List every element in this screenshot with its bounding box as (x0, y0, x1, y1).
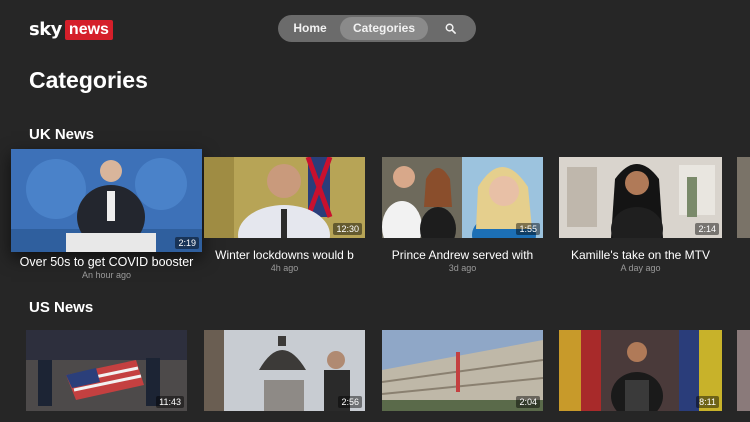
logo-news-text: news (64, 19, 113, 40)
video-thumbnail (737, 157, 750, 238)
video-title: Over 50s to get COVID booster (19, 255, 194, 269)
video-card-us-3[interactable]: 2:04 (382, 330, 543, 411)
video-duration: 1:55 (516, 223, 540, 235)
video-thumbnail (11, 149, 202, 252)
video-duration: 8:11 (696, 396, 719, 408)
nav-categories[interactable]: Categories (340, 17, 428, 40)
video-duration: 12:30 (333, 223, 362, 235)
video-time: An hour ago (81, 270, 132, 280)
section-title-uk-news: UK News (29, 126, 95, 143)
logo-sky-text: sky (29, 19, 62, 40)
video-card-partial[interactable] (737, 330, 750, 411)
video-duration: 11:43 (156, 396, 184, 408)
video-card-lockdowns[interactable]: 12:30 (204, 157, 365, 238)
video-card-booster[interactable]: 2:19 (11, 149, 202, 252)
top-navigation: Home Categories (278, 15, 476, 42)
video-title: Kamille's take on the MTV (570, 248, 710, 262)
video-time: 3d ago (448, 263, 477, 273)
sky-news-logo: sky news (29, 19, 113, 40)
search-icon (445, 23, 456, 34)
video-card-us-1[interactable]: 11:43 (26, 330, 187, 411)
video-thumbnail (737, 330, 750, 411)
section-title-us-news: US News (29, 299, 94, 316)
nav-home[interactable]: Home (280, 17, 340, 40)
video-title: Prince Andrew served with (391, 248, 534, 262)
video-time: 4h ago (270, 263, 299, 273)
video-card-us-4[interactable]: 8:11 (559, 330, 722, 411)
video-card-partial[interactable] (737, 157, 750, 238)
video-time: A day ago (620, 263, 661, 273)
video-card-us-2[interactable]: 2:56 (204, 330, 365, 411)
page-title: Categories (29, 67, 148, 93)
video-card-kamille[interactable]: 2:14 (559, 157, 722, 238)
video-duration: 2:56 (338, 396, 362, 408)
video-card-prince-andrew[interactable]: 1:55 (382, 157, 543, 238)
nav-search[interactable] (428, 17, 472, 40)
video-duration: 2:19 (175, 237, 199, 249)
video-duration: 2:14 (695, 223, 719, 235)
video-duration: 2:04 (516, 396, 540, 408)
video-title: Winter lockdowns would b (215, 248, 354, 262)
